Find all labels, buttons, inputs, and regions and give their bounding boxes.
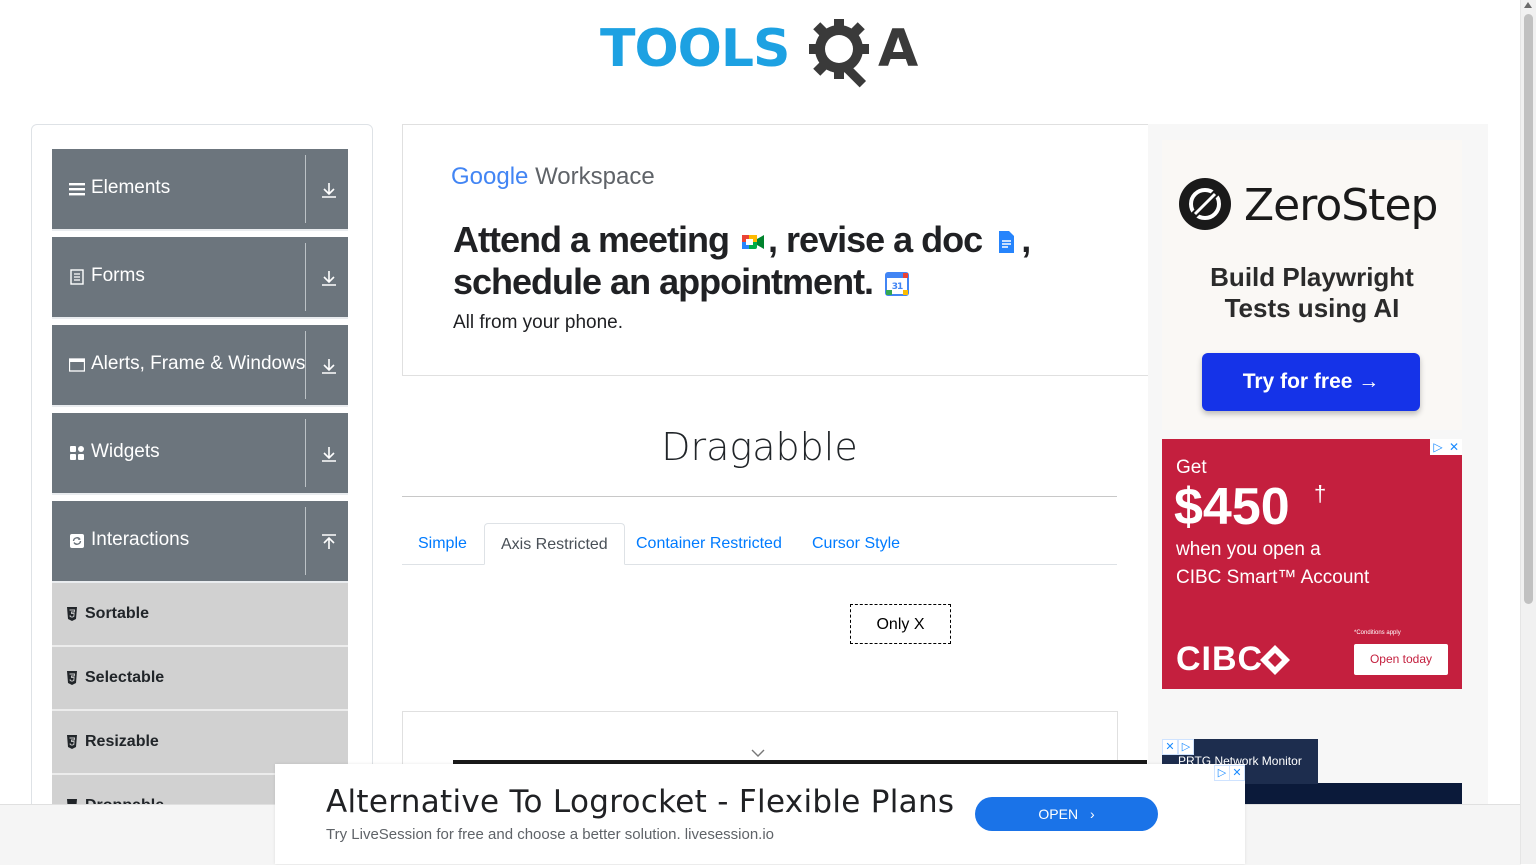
toolsqa-logo[interactable]: TOOLS A bbox=[600, 15, 925, 91]
zerostep-logo-icon bbox=[1179, 178, 1231, 230]
sidebar-group-widgets[interactable]: Widgets bbox=[52, 413, 348, 495]
anchor-ad-title: Alternative To Logrocket - Flexible Plan… bbox=[326, 784, 955, 820]
google-workspace-ad[interactable]: Google Workspace Attend a meeting , revi… bbox=[402, 124, 1148, 376]
cibc-copy: when you open a CIBC Smart™ Account bbox=[1176, 536, 1369, 592]
close-icon[interactable]: ✕ bbox=[1446, 439, 1462, 455]
html5-icon bbox=[67, 735, 77, 749]
divider bbox=[305, 155, 306, 223]
sidebar-group-label: Alerts, Frame & Windows bbox=[91, 353, 306, 374]
zerostep-ad[interactable]: ZeroStep Build Playwright Tests using AI… bbox=[1162, 140, 1462, 430]
anchor-ad-subtext: Try LiveSession for free and choose a be… bbox=[326, 826, 775, 843]
google-calendar-icon: 31 bbox=[885, 272, 910, 297]
widgets-grid-icon bbox=[70, 446, 84, 460]
zerostep-name: ZeroStep bbox=[1244, 180, 1438, 231]
divider bbox=[305, 243, 306, 311]
sidebar-group-interactions[interactable]: Interactions bbox=[52, 501, 348, 583]
form-doc-icon bbox=[70, 269, 84, 285]
headline-part: , bbox=[1021, 219, 1031, 260]
chevron-down-icon[interactable] bbox=[751, 748, 765, 758]
open-button-label: OPEN bbox=[1038, 806, 1079, 822]
sidebar-group-label: Elements bbox=[91, 177, 171, 198]
google-workspace-brand: Google Workspace bbox=[451, 163, 655, 191]
sidebar-group-label: Interactions bbox=[91, 529, 190, 550]
close-icon[interactable]: ✕ bbox=[1162, 739, 1178, 755]
calendar-day: 31 bbox=[892, 282, 903, 292]
tab-simple[interactable]: Simple bbox=[402, 523, 483, 563]
try-for-free-button[interactable]: Try for free → bbox=[1202, 353, 1420, 411]
ad-subtext: All from your phone. bbox=[453, 312, 624, 333]
open-button[interactable]: OPEN › bbox=[975, 797, 1158, 831]
page-title: Dragabble bbox=[661, 425, 858, 469]
cibc-dagger: † bbox=[1314, 481, 1327, 506]
gear-magnifier-icon bbox=[809, 19, 869, 88]
cibc-copy-line: when you open a bbox=[1176, 539, 1321, 560]
headline-part: , revise a doc bbox=[768, 219, 983, 260]
sidebar-group-label: Widgets bbox=[91, 441, 160, 462]
workspace-wordmark: Workspace bbox=[535, 163, 655, 190]
google-wordmark: Google bbox=[451, 163, 529, 190]
google-meet-icon bbox=[742, 235, 765, 250]
divider bbox=[305, 507, 306, 575]
tab-axis-restricted[interactable]: Axis Restricted bbox=[484, 523, 625, 565]
html5-icon bbox=[67, 607, 77, 621]
sidebar: Elements Forms Alerts, Frame & Windows W… bbox=[31, 124, 373, 826]
adchoices-icon[interactable]: ▷ bbox=[1430, 439, 1446, 455]
open-today-button[interactable]: Open today bbox=[1354, 644, 1448, 675]
html5-icon bbox=[67, 671, 77, 685]
download-arrow-icon[interactable] bbox=[318, 443, 340, 465]
download-arrow-icon[interactable] bbox=[318, 355, 340, 377]
window-icon bbox=[69, 358, 85, 372]
cibc-logo: CIBC bbox=[1176, 640, 1264, 678]
cibc-copy-line: CIBC Smart™ Account bbox=[1176, 567, 1370, 588]
chevron-right-icon: › bbox=[1089, 806, 1095, 822]
tagline-line: Tests using AI bbox=[1224, 293, 1400, 323]
cibc-amount: $450 bbox=[1174, 478, 1290, 536]
headline-part: schedule an appointment. bbox=[453, 261, 874, 302]
cibc-conditions: *Conditions apply bbox=[1354, 630, 1401, 636]
menu-lines-icon bbox=[69, 183, 85, 196]
scroll-thumb[interactable] bbox=[1524, 14, 1533, 604]
adchoices-icon[interactable]: ▷ bbox=[1178, 739, 1194, 755]
refresh-icon bbox=[70, 534, 84, 548]
close-icon[interactable]: ✕ bbox=[1229, 765, 1245, 781]
download-arrow-icon[interactable] bbox=[318, 267, 340, 289]
logo-tools-text: TOOLS bbox=[600, 19, 790, 79]
zerostep-tagline: Build Playwright Tests using AI bbox=[1162, 262, 1462, 324]
cibc-diamond-icon bbox=[1260, 645, 1290, 675]
divider bbox=[305, 331, 306, 399]
sidebar-group-elements[interactable]: Elements bbox=[52, 149, 348, 231]
sidebar-group-forms[interactable]: Forms bbox=[52, 237, 348, 319]
cibc-get: Get bbox=[1176, 457, 1207, 478]
prtg-ad-blank bbox=[1318, 739, 1462, 783]
tagline-line: Build Playwright bbox=[1210, 262, 1414, 292]
sidebar-item-selectable[interactable]: Selectable bbox=[52, 647, 348, 711]
tab-container-restricted[interactable]: Container Restricted bbox=[620, 523, 798, 563]
sidebar-item-label: Sortable bbox=[85, 605, 150, 622]
sidebar-item-label: Selectable bbox=[85, 669, 165, 686]
anchor-ad[interactable]: ▷ ✕ Alternative To Logrocket - Flexible … bbox=[275, 764, 1245, 864]
divider bbox=[305, 419, 306, 487]
divider bbox=[402, 496, 1117, 497]
headline-part: Attend a meeting bbox=[453, 219, 730, 260]
sidebar-group-alerts[interactable]: Alerts, Frame & Windows bbox=[52, 325, 348, 407]
sidebar-item-sortable[interactable]: Sortable bbox=[52, 583, 348, 647]
tab-cursor-style[interactable]: Cursor Style bbox=[796, 523, 916, 563]
page-scrollbar[interactable] bbox=[1520, 0, 1536, 864]
only-x-draggable-box[interactable]: Only X bbox=[850, 604, 951, 644]
scroll-up-icon[interactable] bbox=[1524, 2, 1532, 8]
sidebar-group-label: Forms bbox=[91, 265, 145, 286]
logo-a-text: A bbox=[878, 19, 919, 79]
adchoices-icon[interactable]: ▷ bbox=[1214, 765, 1230, 781]
cibc-ad[interactable]: ▷ ✕ Get $450 † when you open a CIBC Smar… bbox=[1162, 439, 1462, 689]
google-docs-icon bbox=[999, 231, 1015, 254]
sidebar-item-label: Resizable bbox=[85, 733, 159, 750]
ad-headline: Attend a meeting , revise a doc , schedu… bbox=[453, 219, 1093, 303]
upload-arrow-icon[interactable] bbox=[318, 531, 340, 553]
download-arrow-icon[interactable] bbox=[318, 179, 340, 201]
tab-bar: Simple Axis Restricted Container Restric… bbox=[402, 523, 1117, 565]
